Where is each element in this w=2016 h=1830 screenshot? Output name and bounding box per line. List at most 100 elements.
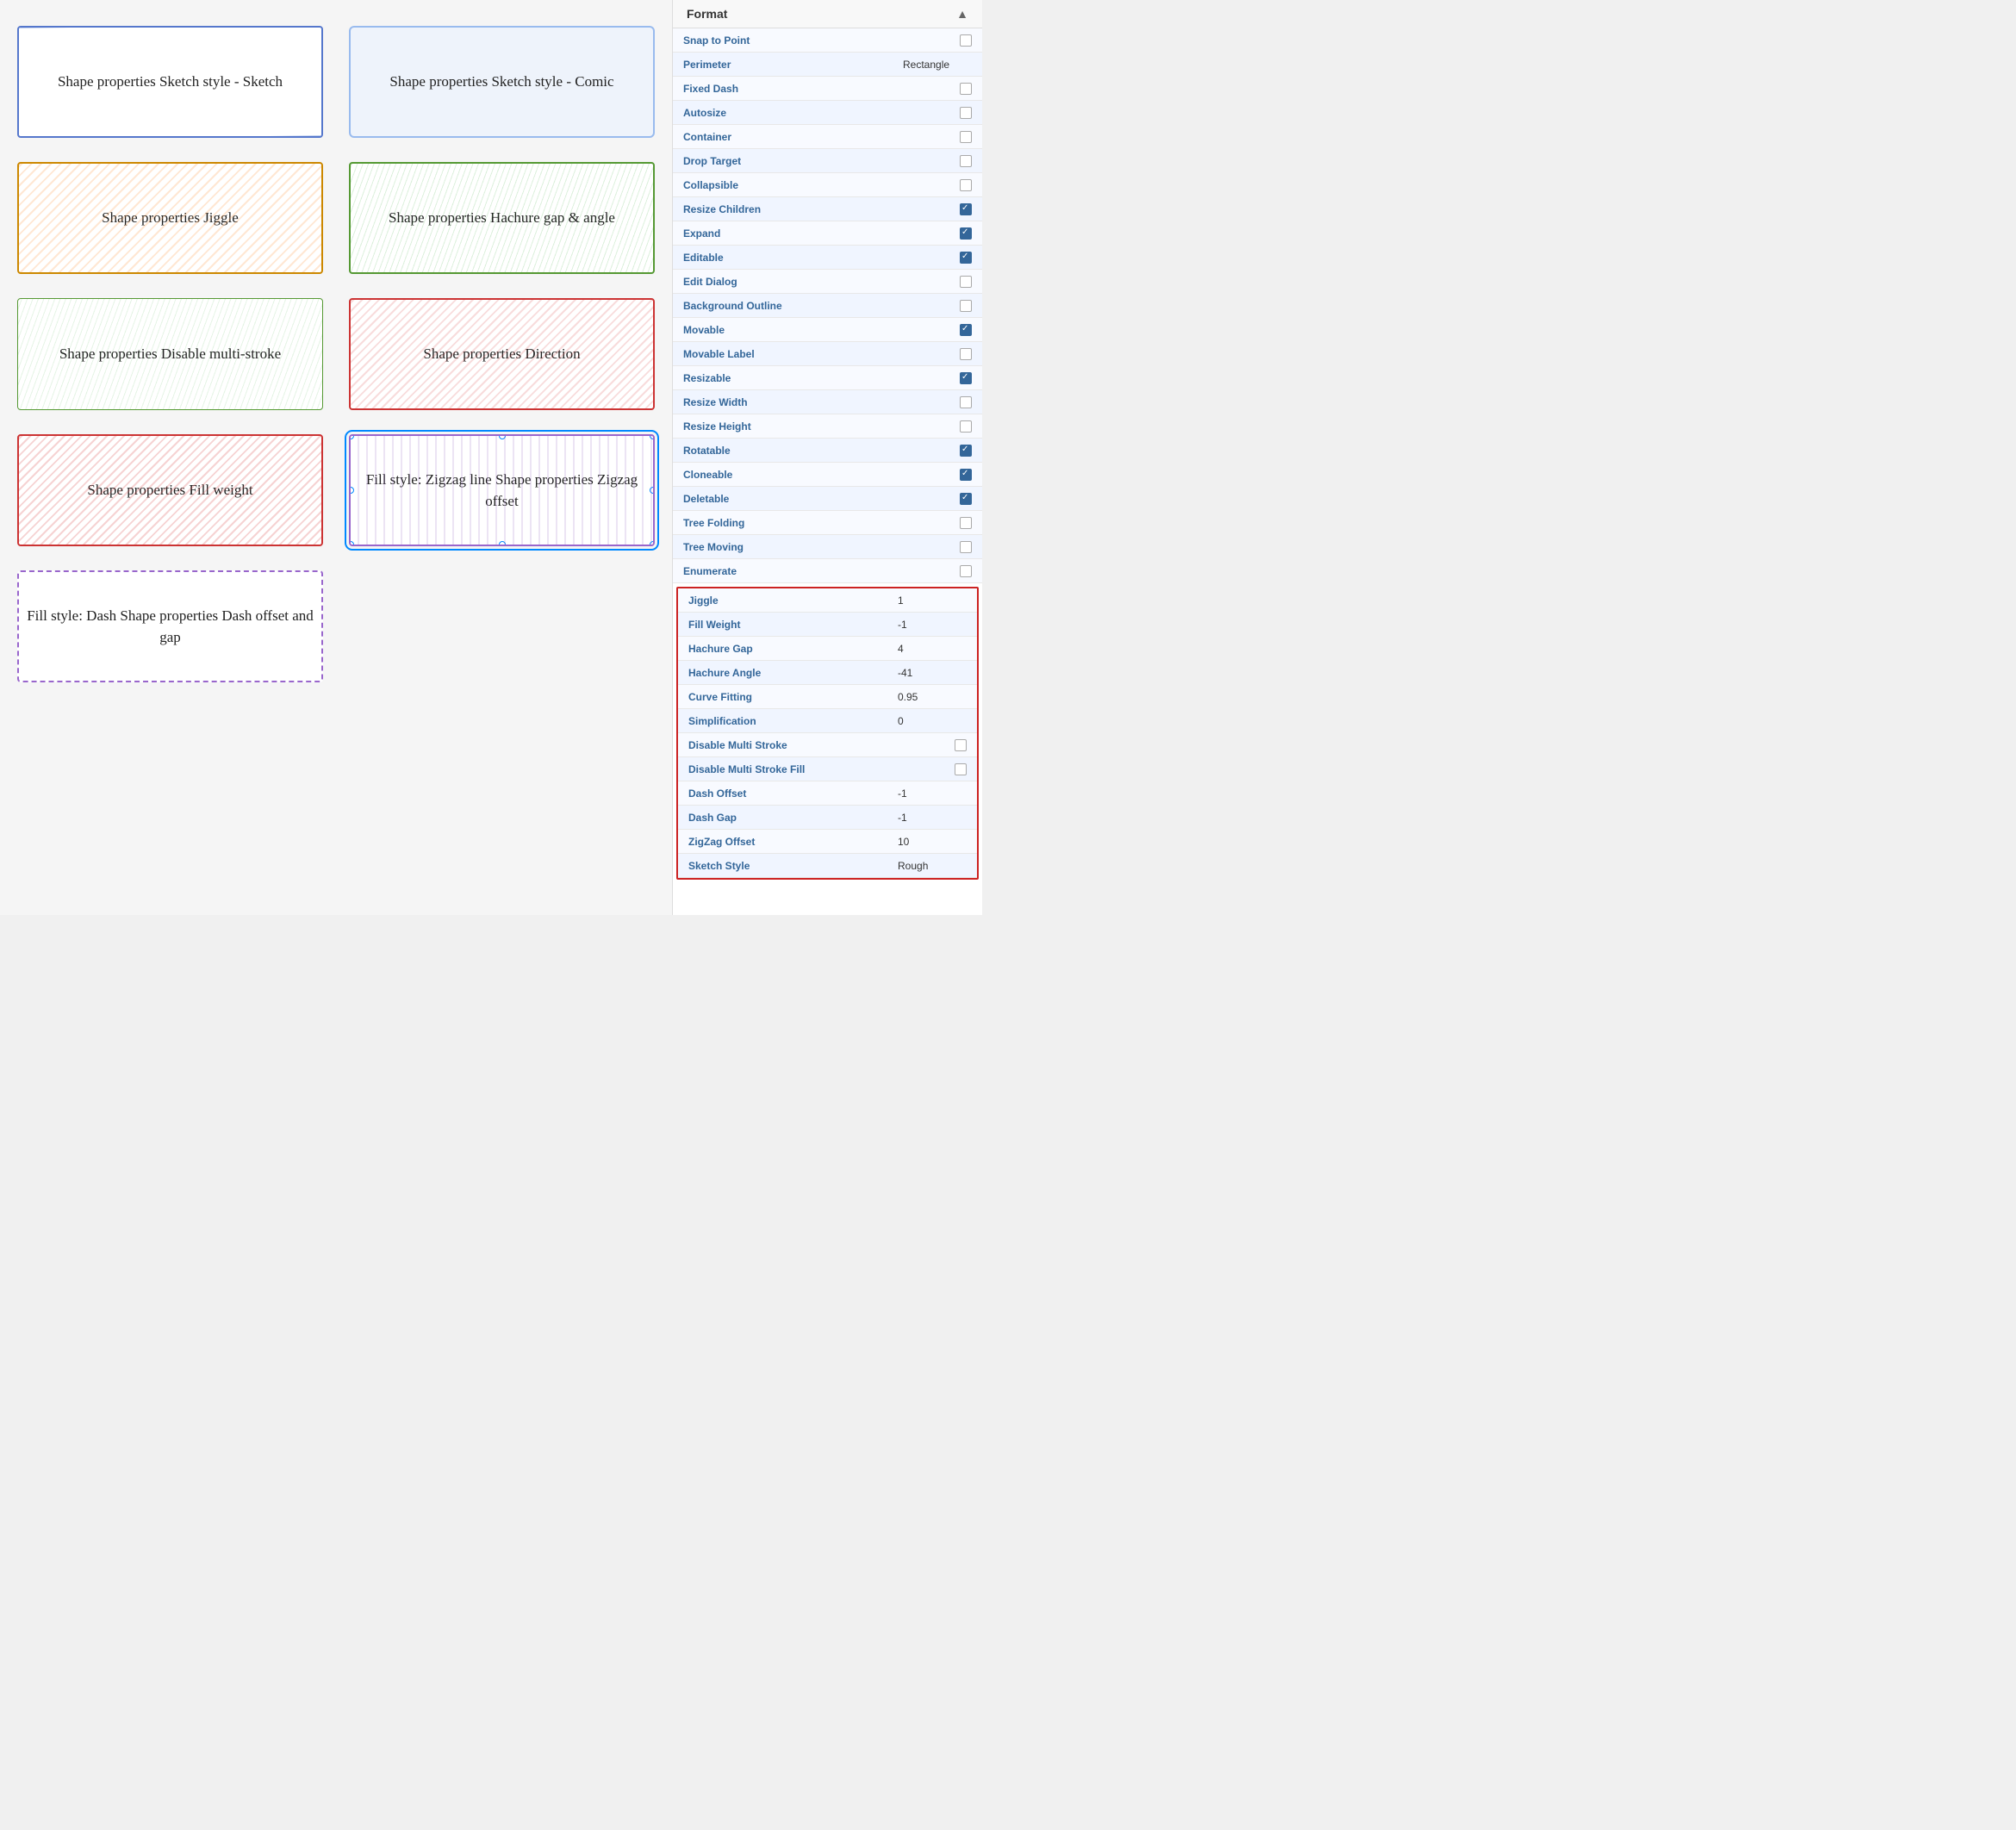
- shape-box-direction[interactable]: Shape properties Direction: [349, 298, 655, 410]
- handle-tr: [650, 434, 655, 439]
- panel-collapse-button[interactable]: ▲: [956, 7, 968, 21]
- prop-row-tree-moving: Tree Moving: [673, 535, 982, 559]
- prop-row-resize-height: Resize Height: [673, 414, 982, 439]
- prop-label-20: Tree Folding: [683, 517, 960, 529]
- prop-label-3: Autosize: [683, 107, 960, 119]
- hl-prop-value-2: 4: [898, 643, 967, 655]
- prop-checkbox-22[interactable]: [960, 565, 972, 577]
- handle-bc: [499, 541, 506, 546]
- prop-row-expand: Expand: [673, 221, 982, 246]
- hl-prop-row-dash-gap: Dash Gap-1: [678, 806, 977, 830]
- prop-row-container: Container: [673, 125, 982, 149]
- hl-prop-label-11: Sketch Style: [688, 860, 898, 872]
- format-panel: Format ▲ Snap to PointPerimeterRectangle…: [672, 0, 982, 915]
- prop-checkbox-20[interactable]: [960, 517, 972, 529]
- prop-checkbox-18[interactable]: [960, 469, 972, 481]
- handle-tl: [349, 434, 354, 439]
- shape-box-dash-style[interactable]: Fill style: Dash Shape properties Dash o…: [17, 570, 323, 682]
- hl-prop-checkbox-7[interactable]: [955, 763, 967, 775]
- prop-checkbox-13[interactable]: [960, 348, 972, 360]
- canvas-area: Shape properties Sketch style - Sketch Sh…: [0, 0, 672, 915]
- prop-checkbox-21[interactable]: [960, 541, 972, 553]
- prop-checkbox-3[interactable]: [960, 107, 972, 119]
- hl-prop-row-disable-multi-stroke: Disable Multi Stroke: [678, 733, 977, 757]
- prop-label-4: Container: [683, 131, 960, 143]
- prop-row-editable: Editable: [673, 246, 982, 270]
- prop-checkbox-8[interactable]: [960, 227, 972, 240]
- prop-label-21: Tree Moving: [683, 541, 960, 553]
- shape-label-fill-weight: Shape properties Fill weight: [87, 479, 252, 501]
- hl-prop-row-curve-fitting: Curve Fitting0.95: [678, 685, 977, 709]
- hl-prop-value-11: Rough: [898, 860, 967, 872]
- shape-box-jiggle[interactable]: Shape properties Jiggle: [17, 162, 323, 274]
- prop-label-19: Deletable: [683, 493, 960, 505]
- prop-checkbox-5[interactable]: [960, 155, 972, 167]
- prop-value-1: Rectangle: [903, 59, 972, 71]
- shape-box-sketch-sketch[interactable]: Shape properties Sketch style - Sketch: [17, 26, 323, 138]
- prop-label-2: Fixed Dash: [683, 83, 960, 95]
- prop-checkbox-0[interactable]: [960, 34, 972, 47]
- prop-row-tree-folding: Tree Folding: [673, 511, 982, 535]
- prop-label-14: Resizable: [683, 372, 960, 384]
- highlighted-container: Jiggle1Fill Weight-1Hachure Gap4Hachure …: [678, 588, 977, 878]
- prop-row-drop-target: Drop Target: [673, 149, 982, 173]
- prop-checkbox-2[interactable]: [960, 83, 972, 95]
- hl-prop-value-10: 10: [898, 836, 967, 848]
- prop-row-snap-to-point: Snap to Point: [673, 28, 982, 53]
- prop-checkbox-6[interactable]: [960, 179, 972, 191]
- hl-prop-value-9: -1: [898, 812, 967, 824]
- hl-prop-label-10: ZigZag Offset: [688, 836, 898, 848]
- hl-prop-label-7: Disable Multi Stroke Fill: [688, 763, 955, 775]
- prop-label-22: Enumerate: [683, 565, 960, 577]
- hl-prop-row-disable-multi-stroke-fill: Disable Multi Stroke Fill: [678, 757, 977, 781]
- prop-checkbox-7[interactable]: [960, 203, 972, 215]
- prop-row-deletable: Deletable: [673, 487, 982, 511]
- hl-prop-label-6: Disable Multi Stroke: [688, 739, 955, 751]
- shape-box-no-multistroke[interactable]: Shape properties Disable multi-stroke: [17, 298, 323, 410]
- hl-prop-value-5: 0: [898, 715, 967, 727]
- prop-checkbox-19[interactable]: [960, 493, 972, 505]
- prop-checkbox-17[interactable]: [960, 445, 972, 457]
- hl-prop-row-simplification: Simplification0: [678, 709, 977, 733]
- prop-row-movable: Movable: [673, 318, 982, 342]
- handle-bl: [349, 541, 354, 546]
- hl-prop-checkbox-6[interactable]: [955, 739, 967, 751]
- prop-checkbox-9[interactable]: [960, 252, 972, 264]
- prop-checkbox-11[interactable]: [960, 300, 972, 312]
- prop-label-15: Resize Width: [683, 396, 960, 408]
- properties-container: Snap to Point PerimeterRectangle Fixed Das…: [673, 28, 982, 583]
- prop-checkbox-16[interactable]: [960, 420, 972, 433]
- prop-label-13: Movable Label: [683, 348, 960, 360]
- handle-tc: [499, 434, 506, 439]
- shape-label-no-multistroke: Shape properties Disable multi-stroke: [59, 343, 281, 365]
- prop-row-rotatable: Rotatable: [673, 439, 982, 463]
- shape-box-zigzag[interactable]: ↻Fill style: Zigzag line Shape propertie…: [349, 434, 655, 546]
- prop-checkbox-4[interactable]: [960, 131, 972, 143]
- shape-label-sketch-comic: Shape properties Sketch style - Comic: [389, 71, 613, 93]
- shape-label-direction: Shape properties Direction: [423, 343, 580, 365]
- prop-row-resize-children: Resize Children: [673, 197, 982, 221]
- prop-label-9: Editable: [683, 252, 960, 264]
- prop-row-autosize: Autosize: [673, 101, 982, 125]
- prop-row-enumerate: Enumerate: [673, 559, 982, 583]
- prop-checkbox-12[interactable]: [960, 324, 972, 336]
- prop-label-8: Expand: [683, 227, 960, 240]
- shape-box-sketch-comic[interactable]: Shape properties Sketch style - Comic: [349, 26, 655, 138]
- shape-box-hachure[interactable]: Shape properties Hachure gap & angle: [349, 162, 655, 274]
- hl-prop-value-0: 1: [898, 594, 967, 607]
- prop-checkbox-10[interactable]: [960, 276, 972, 288]
- hl-prop-value-8: -1: [898, 787, 967, 800]
- prop-row-edit-dialog: Edit Dialog: [673, 270, 982, 294]
- prop-label-1: Perimeter: [683, 59, 903, 71]
- prop-row-background-outline: Background Outline: [673, 294, 982, 318]
- prop-label-17: Rotatable: [683, 445, 960, 457]
- shape-label-sketch-sketch: Shape properties Sketch style - Sketch: [58, 71, 283, 93]
- prop-row-resize-width: Resize Width: [673, 390, 982, 414]
- hl-prop-label-3: Hachure Angle: [688, 667, 898, 679]
- hl-prop-label-2: Hachure Gap: [688, 643, 898, 655]
- hl-prop-row-dash-offset: Dash Offset-1: [678, 781, 977, 806]
- prop-checkbox-14[interactable]: [960, 372, 972, 384]
- hl-prop-label-1: Fill Weight: [688, 619, 898, 631]
- shape-box-fill-weight[interactable]: Shape properties Fill weight: [17, 434, 323, 546]
- prop-checkbox-15[interactable]: [960, 396, 972, 408]
